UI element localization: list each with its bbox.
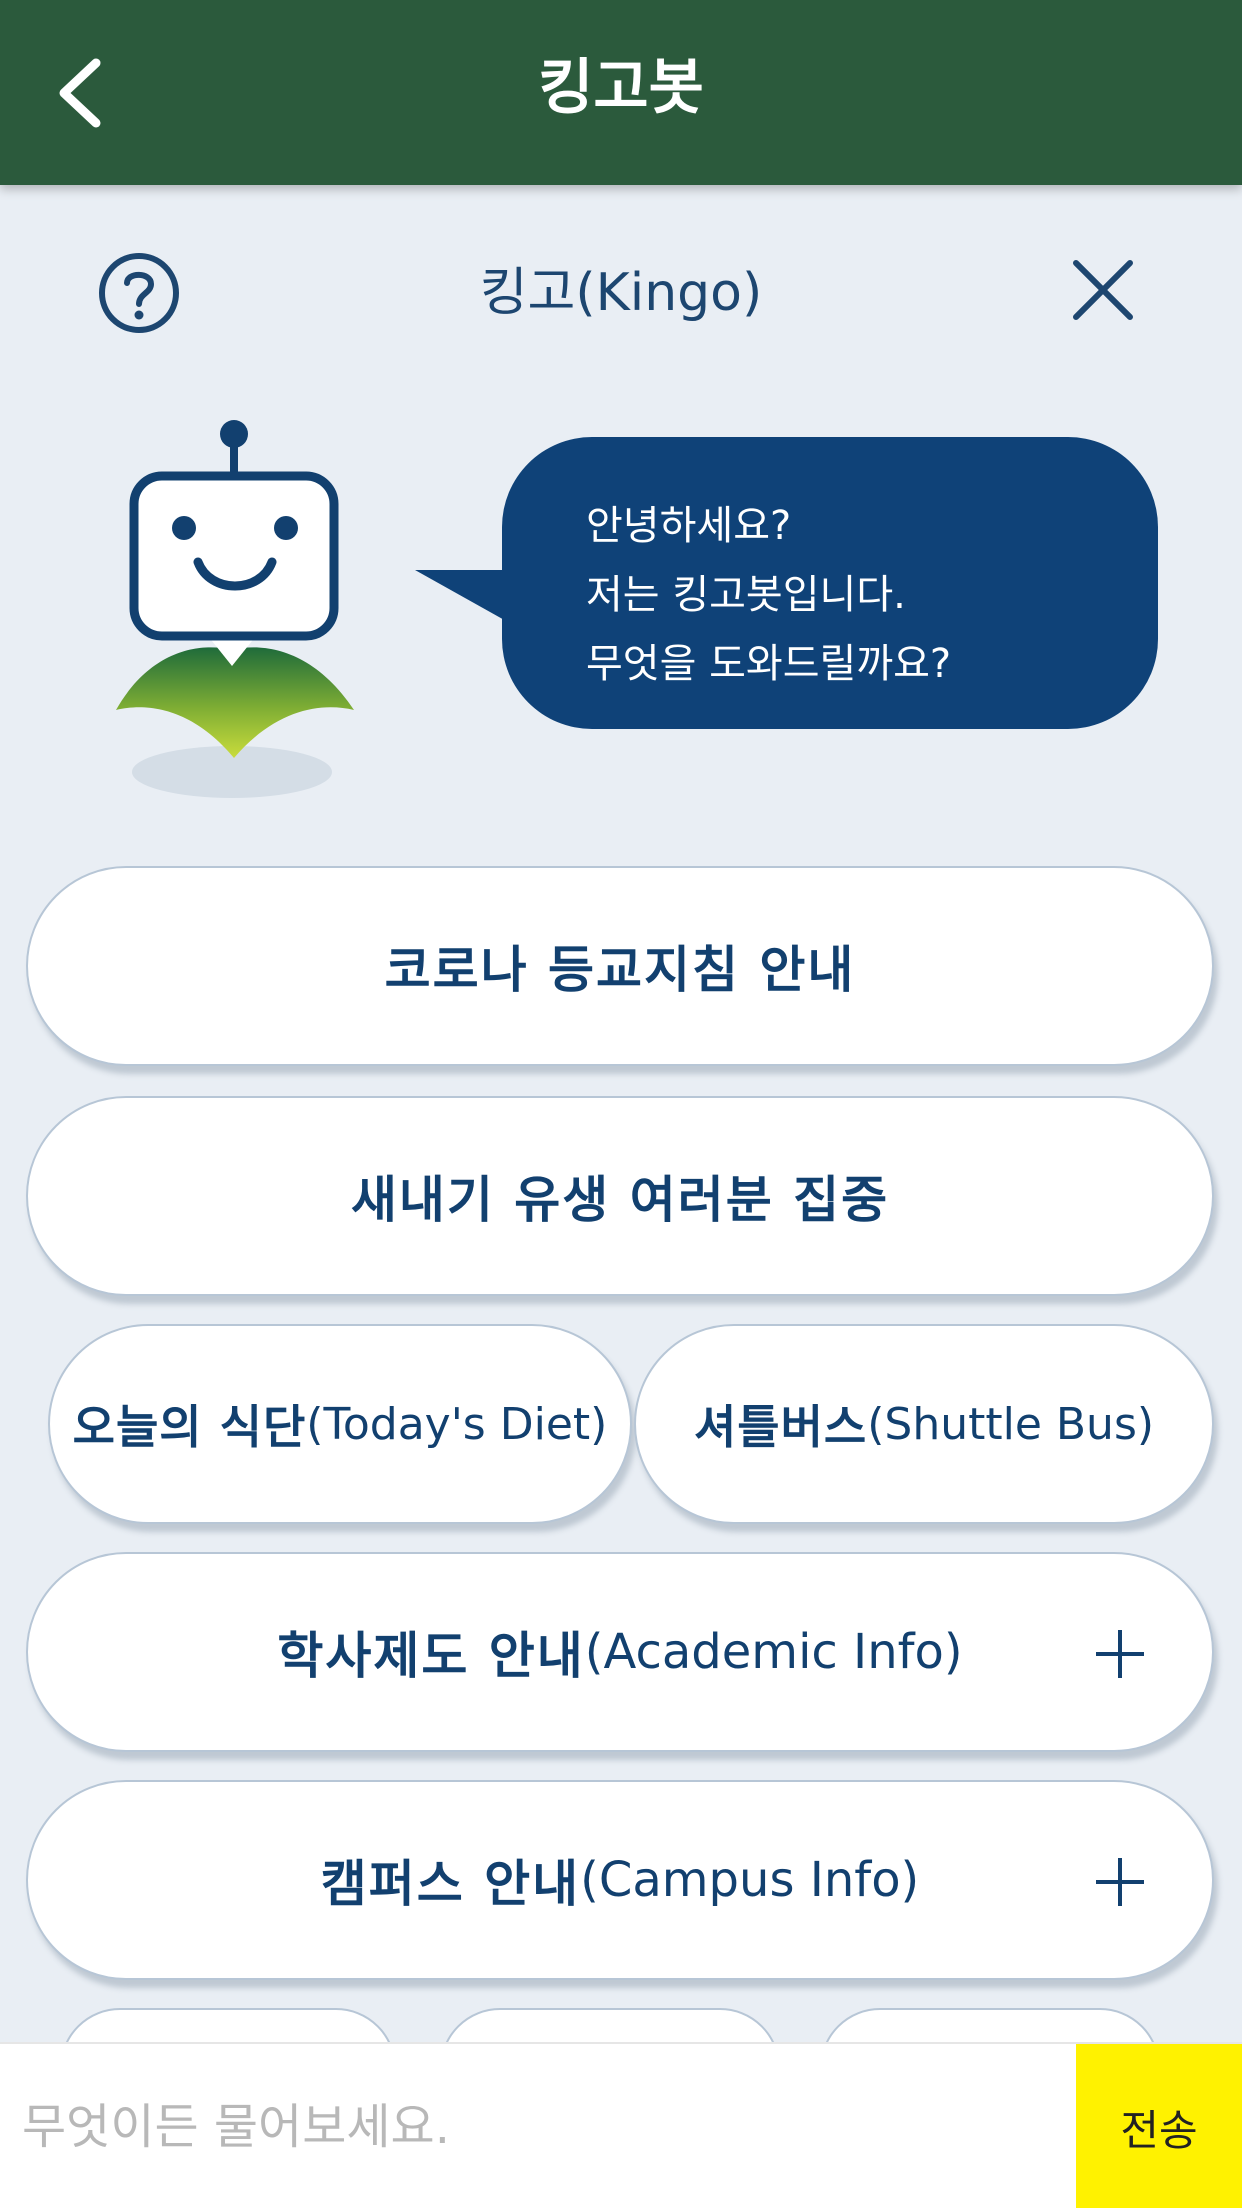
academic-info-label-en: (Academic Info) xyxy=(584,1624,963,1680)
close-button[interactable] xyxy=(1068,255,1138,325)
plus-icon xyxy=(1096,1630,1144,1678)
greeting-line: 무엇을 도와드릴까요? xyxy=(586,641,952,687)
academic-info-button[interactable]: 학사제도 안내 (Academic Info) xyxy=(26,1552,1214,1752)
robot-mascot xyxy=(110,410,360,810)
shuttle-bus-label-en: (Shuttle Bus) xyxy=(867,1398,1155,1450)
plus-icon xyxy=(1096,1858,1144,1906)
page-title: 킹고봇 xyxy=(538,53,704,123)
campus-info-button[interactable]: 캠퍼스 안내 (Campus Info) xyxy=(26,1780,1214,1980)
greeting-line: 저는 킹고봇입니다. xyxy=(586,572,906,618)
shuttle-bus-button[interactable]: 셔틀버스 (Shuttle Bus) xyxy=(634,1324,1214,1524)
close-icon xyxy=(1073,260,1133,320)
chatbot-screen: 킹고봇 킹고(Kingo) 안녕하세요? 저는 킹고봇입니다. 무엇을 도와드릴… xyxy=(0,0,1242,2208)
robot-icon xyxy=(116,420,354,798)
bubble-tail xyxy=(415,570,515,626)
campus-info-label-en: (Campus Info) xyxy=(580,1852,920,1908)
corona-guide-button[interactable]: 코로나 등교지침 안내 xyxy=(26,866,1214,1066)
bot-name: 킹고(Kingo) xyxy=(479,263,763,323)
academic-info-label-ko: 학사제도 안내 xyxy=(277,1627,585,1685)
corona-guide-label: 코로나 등교지침 안내 xyxy=(384,941,856,999)
shuttle-bus-label-ko: 셔틀버스 xyxy=(693,1400,868,1454)
top-app-bar: 킹고봇 xyxy=(0,0,1242,185)
todays-diet-label-en: (Today's Diet) xyxy=(306,1398,608,1450)
message-input[interactable] xyxy=(0,2044,1076,2208)
freshmen-button[interactable]: 새내기 유생 여러분 집중 xyxy=(26,1096,1214,1296)
greeting-line: 안녕하세요? xyxy=(586,503,792,549)
todays-diet-label-ko: 오늘의 식단 xyxy=(72,1400,307,1454)
todays-diet-button[interactable]: 오늘의 식단 (Today's Diet) xyxy=(48,1324,632,1524)
message-input-bar: 전송 xyxy=(0,2042,1242,2208)
greeting-bubble: 안녕하세요? 저는 킹고봇입니다. 무엇을 도와드릴까요? xyxy=(502,437,1158,729)
freshmen-label: 새내기 유생 여러분 집중 xyxy=(350,1171,890,1229)
send-button[interactable]: 전송 xyxy=(1076,2044,1242,2208)
campus-info-label-ko: 캠퍼스 안내 xyxy=(320,1855,581,1913)
